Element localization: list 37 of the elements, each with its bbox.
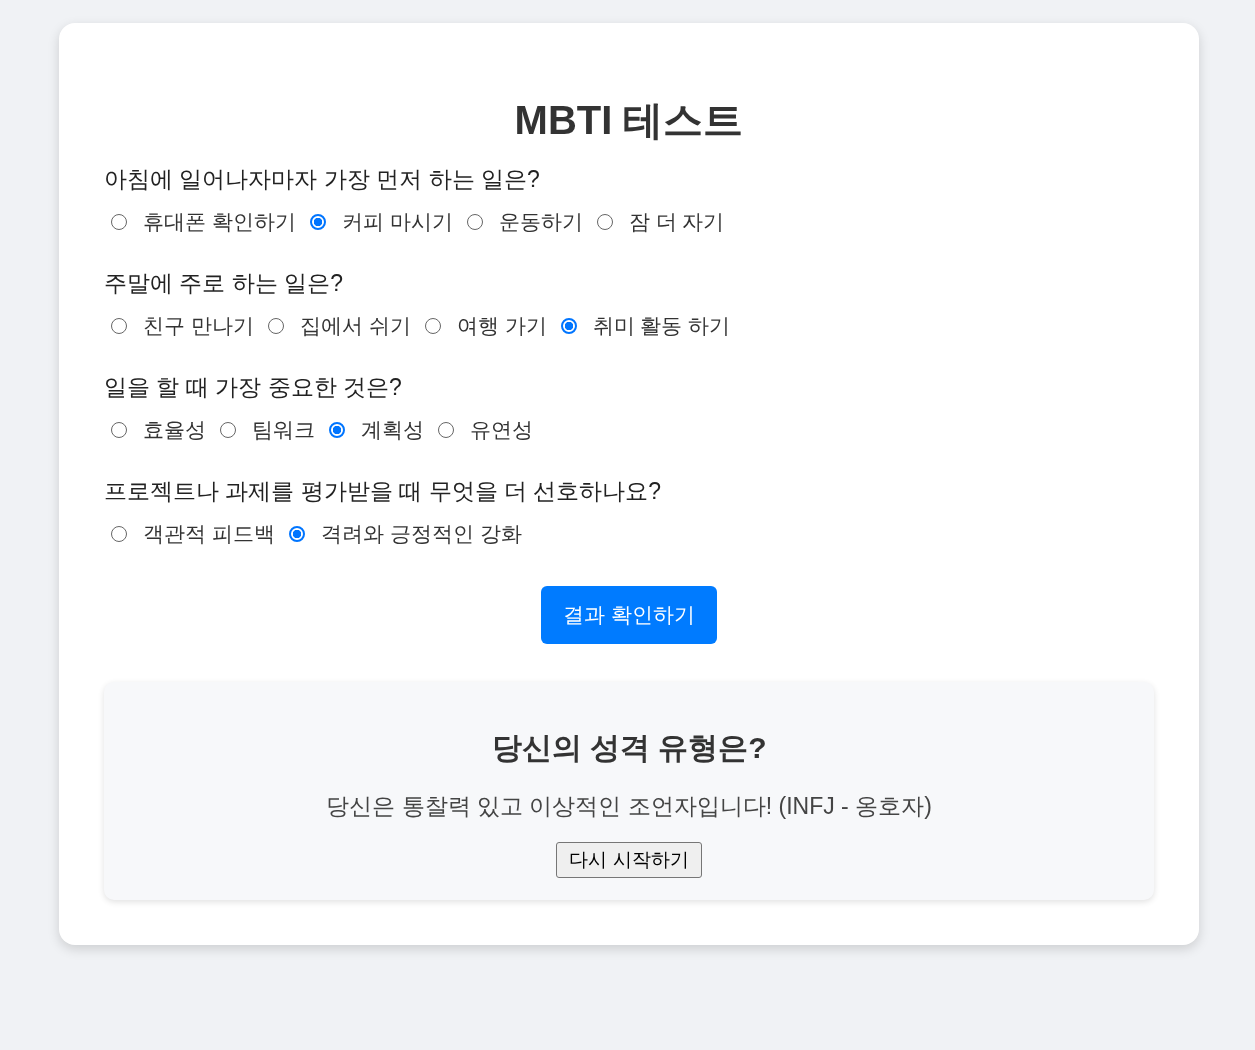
question-text: 프로젝트나 과제를 평가받을 때 무엇을 더 선호하나요? bbox=[104, 477, 663, 506]
option-label: 격려와 긍정적인 강화 bbox=[320, 521, 522, 547]
radio-button[interactable] bbox=[220, 422, 236, 438]
radio-button[interactable] bbox=[111, 214, 127, 230]
option-label: 친구 만나기 bbox=[143, 313, 254, 339]
radio-button[interactable] bbox=[111, 318, 127, 334]
radio-button[interactable] bbox=[309, 214, 326, 230]
restart-button[interactable]: 다시 시작하기 bbox=[556, 842, 702, 878]
option-label: 휴대폰 확인하기 bbox=[143, 209, 296, 235]
option-label: 여행 가기 bbox=[456, 313, 547, 339]
radio-button[interactable] bbox=[329, 422, 345, 438]
question-text: 일을 할 때 가장 중요한 것은? bbox=[104, 373, 403, 402]
radio-button[interactable] bbox=[288, 526, 305, 542]
option-label: 잠 더 자기 bbox=[628, 209, 725, 235]
page-title: MBTI 테스트 bbox=[513, 97, 745, 144]
radio-button[interactable] bbox=[560, 318, 577, 334]
radio-button[interactable] bbox=[267, 318, 284, 334]
radio-button[interactable] bbox=[466, 214, 483, 230]
radio-button[interactable] bbox=[438, 422, 454, 438]
radio-button[interactable] bbox=[111, 526, 127, 542]
radio-button[interactable] bbox=[424, 318, 441, 334]
option-label: 커피 마시기 bbox=[341, 209, 453, 235]
radio-button[interactable] bbox=[111, 422, 127, 438]
submit-button[interactable]: 결과 확인하기 bbox=[541, 586, 717, 644]
option-label: 운동하기 bbox=[498, 209, 583, 235]
option-label: 객관적 피드백 bbox=[143, 521, 275, 547]
option-label: 팀워크 bbox=[252, 417, 315, 443]
result-text: 당신은 통찰력 있고 이상적인 조언자입니다! (INFJ - 옹호자) bbox=[325, 792, 933, 821]
question-text: 아침에 일어나자마자 가장 먼저 하는 일은? bbox=[104, 165, 541, 194]
option-label: 효율성 bbox=[143, 417, 206, 443]
result-heading: 당신의 성격 유형은? bbox=[490, 730, 768, 766]
option-label: 유연성 bbox=[470, 417, 533, 443]
option-label: 계획성 bbox=[361, 417, 424, 443]
radio-button[interactable] bbox=[596, 214, 613, 230]
option-label: 취미 활동 하기 bbox=[592, 313, 731, 339]
option-label: 집에서 쉬기 bbox=[299, 313, 411, 339]
question-text: 주말에 주로 하는 일은? bbox=[104, 269, 344, 298]
